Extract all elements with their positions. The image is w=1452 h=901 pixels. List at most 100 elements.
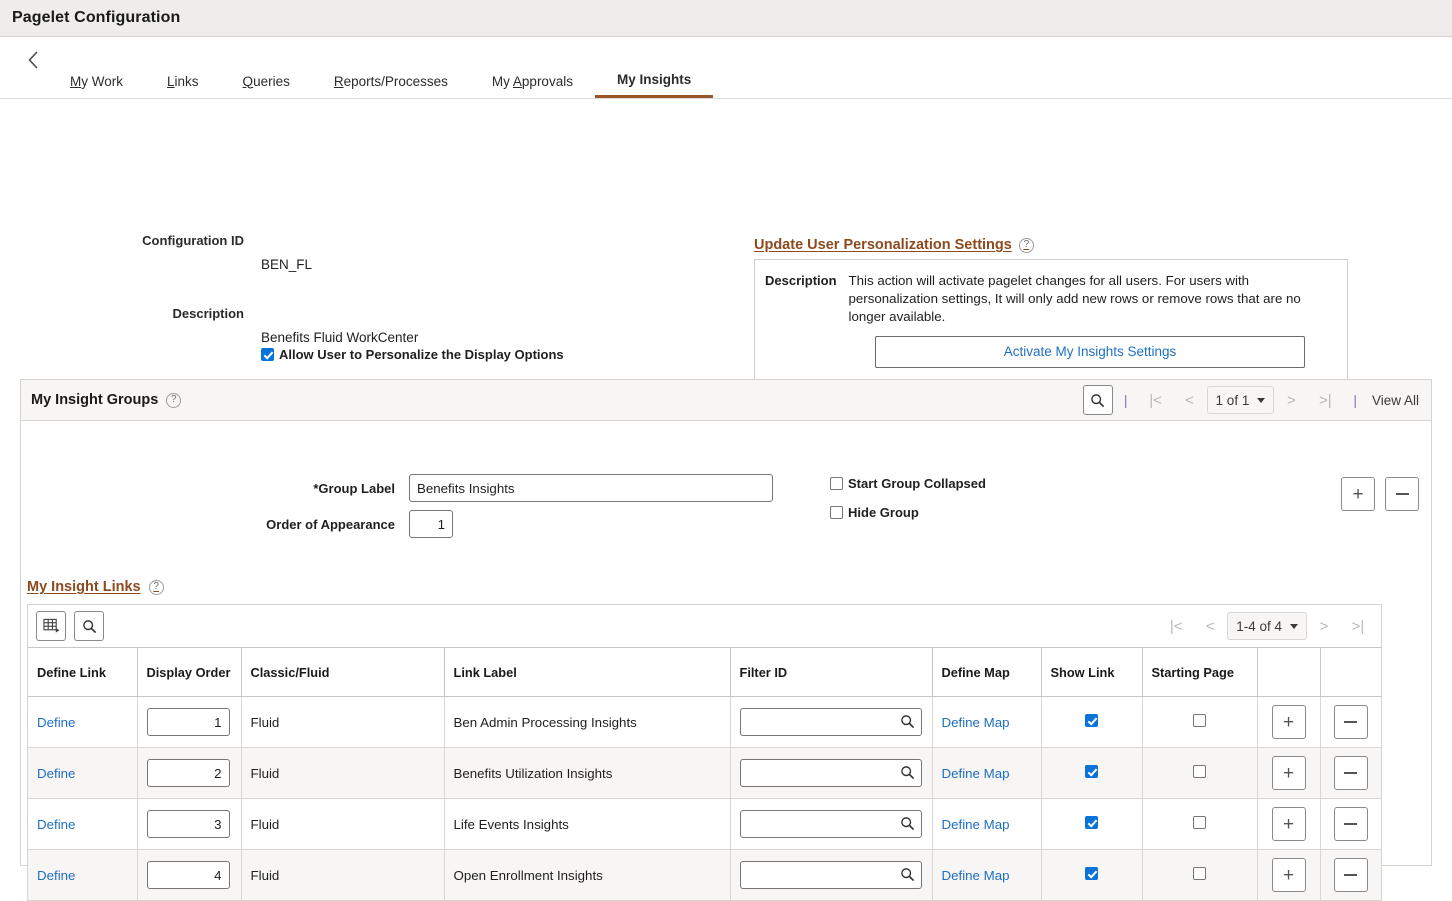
configuration-id-value: BEN_FL xyxy=(261,257,312,272)
help-icon[interactable]: ? xyxy=(149,580,164,595)
add-row-button[interactable]: + xyxy=(1272,858,1306,892)
search-icon[interactable] xyxy=(74,611,104,641)
remove-row-button[interactable] xyxy=(1334,705,1368,739)
allow-personalize-row[interactable]: Allow User to Personalize the Display Op… xyxy=(261,347,564,362)
cell-classic-fluid: Fluid xyxy=(241,850,444,901)
back-chevron-icon[interactable] xyxy=(18,37,48,98)
define-link[interactable]: Define xyxy=(37,868,75,883)
hide-group-row[interactable]: Hide Group xyxy=(830,505,919,520)
remove-row-button[interactable] xyxy=(1334,756,1368,790)
groups-pager: | |< < 1 of 1 > >| | View All xyxy=(1083,385,1419,415)
display-order-input[interactable] xyxy=(147,861,230,889)
description-value-block: Benefits Fluid WorkCenter Allow User to … xyxy=(261,330,564,362)
cell-filter-id xyxy=(730,697,932,748)
previous-page-icon[interactable]: < xyxy=(1193,612,1227,640)
display-order-input[interactable] xyxy=(147,708,230,736)
add-row-button[interactable]: + xyxy=(1272,756,1306,790)
show-link-checkbox[interactable] xyxy=(1085,816,1098,829)
display-order-input[interactable] xyxy=(147,810,230,838)
tab-my-work[interactable]: My Work xyxy=(48,75,145,99)
remove-row-button[interactable] xyxy=(1334,807,1368,841)
filter-id-input[interactable] xyxy=(740,708,922,736)
table-row: DefineFluidBenefits Utilization Insights… xyxy=(28,748,1381,799)
define-map-link[interactable]: Define Map xyxy=(942,817,1010,832)
cell-display-order xyxy=(137,748,241,799)
personalization-description-text: This action will activate pagelet change… xyxy=(849,272,1337,326)
activate-my-insights-settings-button[interactable]: Activate My Insights Settings xyxy=(875,336,1305,368)
column-define-map: Define Map xyxy=(932,648,1041,697)
my-insight-links-table: Define Link Display Order Classic/Fluid … xyxy=(28,647,1381,900)
table-body: DefineFluidBen Admin Processing Insights… xyxy=(28,697,1381,901)
starting-page-checkbox[interactable] xyxy=(1193,867,1206,880)
order-of-appearance-input[interactable] xyxy=(409,510,453,538)
define-map-link[interactable]: Define Map xyxy=(942,715,1010,730)
start-group-collapsed-checkbox[interactable] xyxy=(830,477,843,490)
links-page-range-select[interactable]: 1-4 of 4 xyxy=(1227,612,1307,640)
show-link-checkbox[interactable] xyxy=(1085,714,1098,727)
hide-group-label[interactable]: Hide Group xyxy=(848,505,919,520)
add-row-button[interactable]: + xyxy=(1272,705,1306,739)
define-map-link[interactable]: Define Map xyxy=(942,766,1010,781)
starting-page-checkbox[interactable] xyxy=(1193,765,1206,778)
starting-page-checkbox[interactable] xyxy=(1193,816,1206,829)
personalize-grid-icon[interactable] xyxy=(36,611,66,641)
cell-define-link: Define xyxy=(28,748,137,799)
tab-reports-processes[interactable]: Reports/Processes xyxy=(312,75,470,99)
search-icon[interactable] xyxy=(1083,385,1113,415)
cell-filter-id xyxy=(730,799,932,850)
remove-group-button[interactable] xyxy=(1385,477,1419,511)
links-pager: |< < 1-4 of 4 > >| xyxy=(1159,612,1375,640)
last-page-icon[interactable]: >| xyxy=(1341,612,1375,640)
define-link[interactable]: Define xyxy=(37,766,75,781)
cell-define-map: Define Map xyxy=(932,697,1041,748)
filter-id-input[interactable] xyxy=(740,759,922,787)
last-page-icon[interactable]: >| xyxy=(1308,386,1342,414)
remove-row-button[interactable] xyxy=(1334,858,1368,892)
show-link-checkbox[interactable] xyxy=(1085,765,1098,778)
tab-my-insights[interactable]: My Insights xyxy=(595,73,713,99)
define-link[interactable]: Define xyxy=(37,817,75,832)
tab-queries[interactable]: Queries xyxy=(221,75,312,99)
view-all-link[interactable]: View All xyxy=(1368,393,1419,408)
my-insight-links-heading: My Insight Links xyxy=(27,579,141,595)
show-link-checkbox[interactable] xyxy=(1085,867,1098,880)
cell-remove xyxy=(1320,748,1381,799)
my-insight-links-panel: |< < 1-4 of 4 > >| xyxy=(27,604,1382,901)
help-icon[interactable]: ? xyxy=(1019,238,1034,253)
starting-page-checkbox[interactable] xyxy=(1193,714,1206,727)
cell-remove xyxy=(1320,697,1381,748)
allow-personalize-checkbox[interactable] xyxy=(261,348,274,361)
cell-remove xyxy=(1320,799,1381,850)
order-of-appearance-row: Order of Appearance xyxy=(233,510,453,538)
help-icon[interactable]: ? xyxy=(166,393,181,408)
previous-page-icon[interactable]: < xyxy=(1173,386,1207,414)
group-label-input[interactable] xyxy=(409,474,773,502)
start-group-collapsed-row[interactable]: Start Group Collapsed xyxy=(830,476,986,491)
next-page-icon[interactable]: > xyxy=(1274,386,1308,414)
add-row-button[interactable]: + xyxy=(1272,807,1306,841)
cell-link-label: Benefits Utilization Insights xyxy=(444,748,730,799)
first-page-icon[interactable]: |< xyxy=(1159,612,1193,640)
add-group-button[interactable]: + xyxy=(1341,477,1375,511)
tab-links[interactable]: Links xyxy=(145,75,221,99)
filter-id-input[interactable] xyxy=(740,810,922,838)
links-toolbar-buttons xyxy=(36,611,104,641)
tab-my-approvals[interactable]: My Approvals xyxy=(470,75,595,99)
hide-group-checkbox[interactable] xyxy=(830,506,843,519)
cell-remove xyxy=(1320,850,1381,901)
cell-classic-fluid: Fluid xyxy=(241,697,444,748)
allow-personalize-label[interactable]: Allow User to Personalize the Display Op… xyxy=(279,347,564,362)
column-show-link: Show Link xyxy=(1041,648,1142,697)
cell-link-label: Ben Admin Processing Insights xyxy=(444,697,730,748)
display-order-input[interactable] xyxy=(147,759,230,787)
group-row-actions: + xyxy=(1341,477,1419,511)
groups-page-range-select[interactable]: 1 of 1 xyxy=(1207,386,1275,414)
next-page-icon[interactable]: > xyxy=(1307,612,1341,640)
cell-define-link: Define xyxy=(28,850,137,901)
define-map-link[interactable]: Define Map xyxy=(942,868,1010,883)
first-page-icon[interactable]: |< xyxy=(1139,386,1173,414)
configuration-id-label: Configuration ID xyxy=(0,233,244,248)
define-link[interactable]: Define xyxy=(37,715,75,730)
start-group-collapsed-label[interactable]: Start Group Collapsed xyxy=(848,476,986,491)
filter-id-input[interactable] xyxy=(740,861,922,889)
